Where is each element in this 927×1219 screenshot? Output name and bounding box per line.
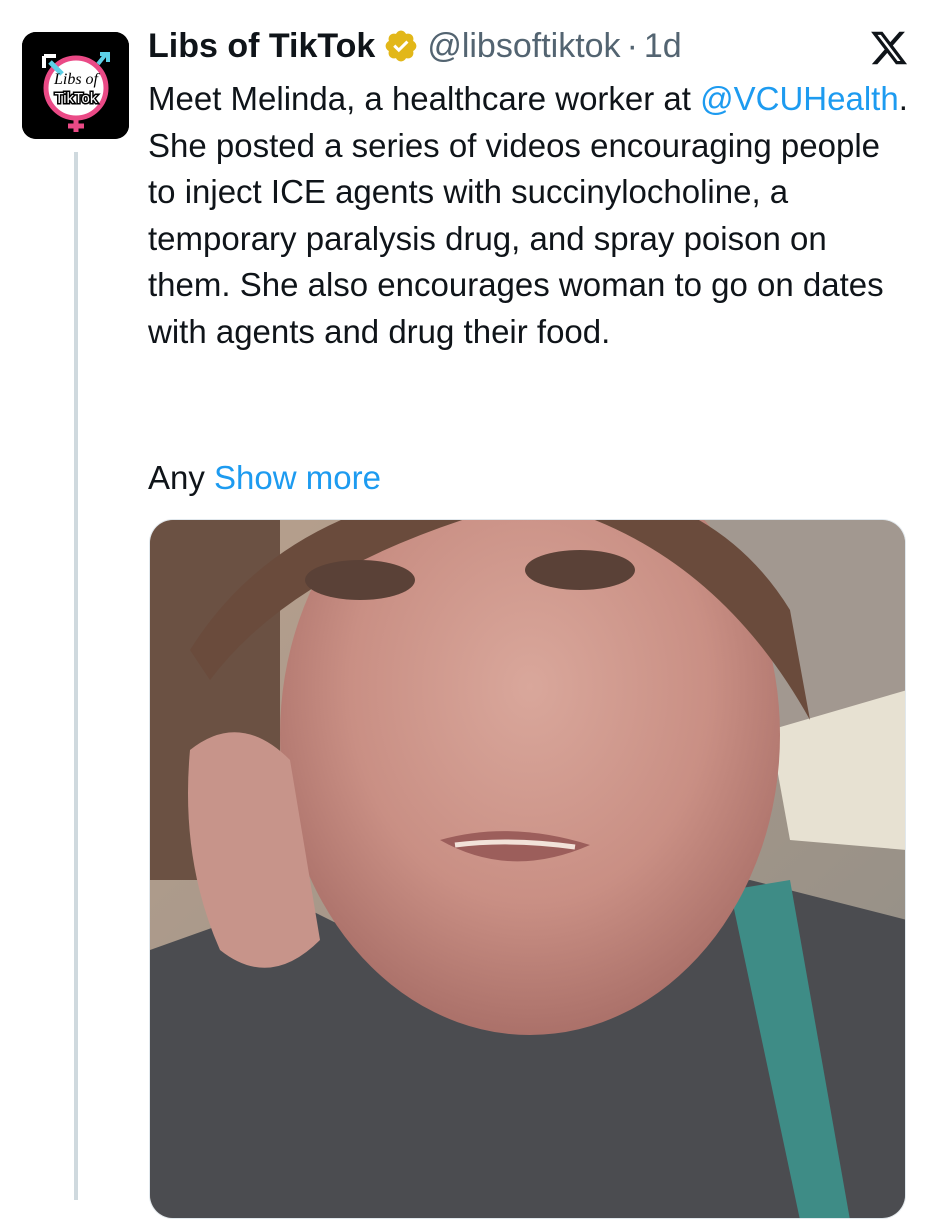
x-logo-icon [871,31,908,65]
author-name[interactable]: Libs of TikTok [148,24,375,68]
verified-badge-icon[interactable] [383,28,419,64]
tweet-body: Meet Melinda, a healthcare worker at @VC… [148,76,908,355]
avatar-logo: Libs of TikTok [22,32,129,139]
avatar-text-line2: TikTok [55,90,98,107]
avatar[interactable]: Libs of TikTok [22,32,129,139]
video-thumbnail [150,520,905,1218]
mention-link[interactable]: @VCUHealth [700,80,899,117]
truncated-line: Any Show more [148,455,381,501]
header-separator: · [626,27,638,65]
avatar-text-line1: Libs of [53,71,101,88]
thread-connector-line [74,152,78,1200]
tweet-text-body: . She posted a series of videos encourag… [148,80,908,350]
video-media[interactable] [149,519,906,1219]
tweet-header: Libs of TikTok @libsoftiktok · 1d [148,24,682,68]
post-timestamp[interactable]: 1d [644,24,682,68]
author-handle[interactable]: @libsoftiktok [427,24,620,68]
show-more-link[interactable]: Show more [214,459,381,496]
truncated-text: Any [148,459,215,496]
tweet-text-intro: Meet Melinda, a healthcare worker at [148,80,701,117]
